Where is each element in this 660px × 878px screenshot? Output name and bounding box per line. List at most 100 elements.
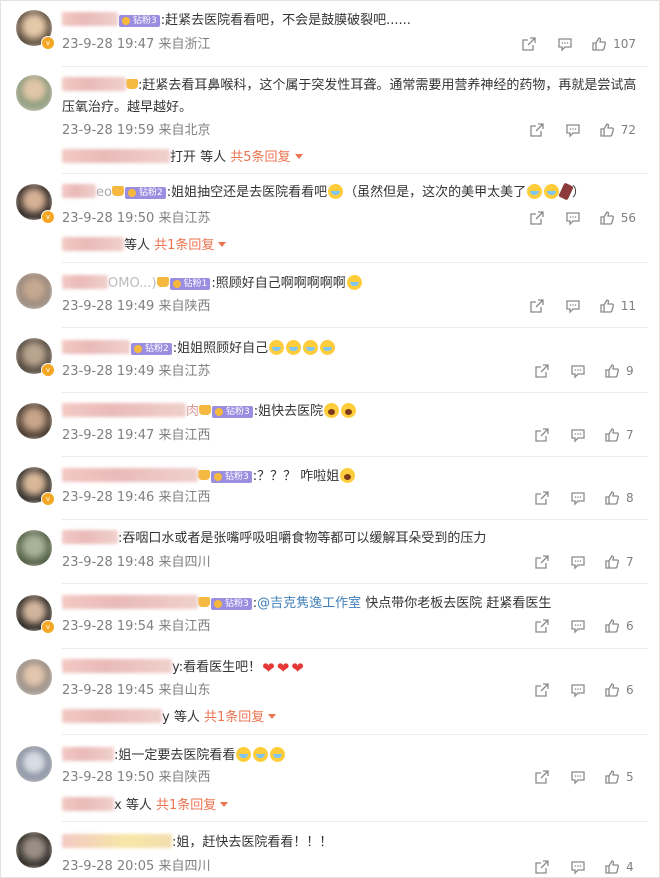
expand-replies-link[interactable]: 共1条回复	[154, 238, 227, 253]
divider	[62, 583, 648, 584]
username[interactable]	[62, 340, 130, 354]
like-count: 6	[626, 683, 634, 697]
verified-icon: v	[41, 620, 55, 634]
share-button[interactable]	[527, 296, 547, 316]
like-button[interactable]	[602, 361, 622, 381]
comment-button[interactable]	[568, 680, 588, 700]
comment-button[interactable]	[568, 857, 588, 877]
comment-text: :？？？ 咋啦姐	[252, 469, 340, 484]
username-visible[interactable]: 肉	[186, 404, 199, 419]
share-button[interactable]	[527, 120, 547, 140]
share-button[interactable]	[532, 616, 552, 636]
comment-button[interactable]	[568, 767, 588, 787]
share-button[interactable]	[532, 552, 552, 572]
username-visible[interactable]: eo	[96, 185, 112, 200]
comment-icon	[571, 771, 585, 785]
divider	[62, 327, 648, 328]
comment-meta: 23-9-28 19:46 来自江西	[62, 489, 211, 507]
like-button[interactable]	[602, 552, 622, 572]
comment-button[interactable]	[568, 425, 588, 445]
reply-username[interactable]	[62, 709, 162, 723]
reply-summary: 等人 共1条回复	[62, 237, 227, 255]
share-icon	[535, 364, 549, 378]
avatar[interactable]	[16, 832, 52, 868]
avatar[interactable]	[16, 659, 52, 695]
share-button[interactable]	[532, 488, 552, 508]
comment-button[interactable]	[568, 552, 588, 572]
comment-location: 来自浙江	[158, 37, 211, 52]
avatar[interactable]	[16, 746, 52, 782]
username[interactable]	[62, 77, 126, 91]
username[interactable]	[62, 275, 108, 289]
thumbs-up-icon	[605, 491, 619, 505]
thumbs-up-icon	[600, 123, 614, 137]
like-count: 4	[626, 860, 634, 874]
share-icon	[535, 428, 549, 442]
like-button[interactable]	[597, 208, 617, 228]
comment-button[interactable]	[563, 208, 583, 228]
comment-button[interactable]	[555, 34, 575, 54]
username[interactable]	[62, 595, 198, 609]
share-button[interactable]	[519, 34, 539, 54]
like-button[interactable]	[597, 296, 617, 316]
username[interactable]	[62, 747, 114, 761]
comment-text-line: 钻粉2:姐姐照顾好自己	[62, 338, 647, 360]
share-button[interactable]	[532, 767, 552, 787]
comment-date: 23-9-28 19:48	[62, 555, 155, 570]
crown-icon	[198, 597, 210, 607]
expand-replies-link[interactable]: 共1条回复	[204, 710, 277, 725]
like-button[interactable]	[602, 488, 622, 508]
reply-username[interactable]	[62, 149, 170, 163]
chevron-down-icon	[218, 242, 227, 247]
share-button[interactable]	[532, 680, 552, 700]
like-button[interactable]	[602, 425, 622, 445]
reply-summary: 打开 等人 共5条回复	[62, 149, 303, 167]
share-icon	[535, 555, 549, 569]
comment-button[interactable]	[568, 361, 588, 381]
mention-link[interactable]: @吉克隽逸工作室	[257, 596, 361, 611]
share-icon	[530, 211, 544, 225]
crying-emoji-icon	[286, 340, 302, 355]
avatar[interactable]	[16, 75, 52, 111]
username[interactable]	[62, 659, 172, 673]
comment-meta: 23-9-28 19:54 来自江西	[62, 618, 211, 636]
username[interactable]	[62, 468, 198, 482]
reply-username[interactable]	[62, 797, 114, 811]
comment-text-line: y:看看医生吧！	[62, 657, 647, 679]
comment-button[interactable]	[563, 120, 583, 140]
like-button[interactable]	[597, 120, 617, 140]
like-button[interactable]	[602, 616, 622, 636]
share-button[interactable]	[532, 857, 552, 877]
share-icon	[535, 683, 549, 697]
username[interactable]	[62, 184, 96, 198]
like-count: 7	[626, 428, 634, 442]
expand-replies-link[interactable]: 共1条回复	[156, 798, 229, 813]
username[interactable]	[62, 12, 118, 26]
comment-button[interactable]	[568, 488, 588, 508]
avatar[interactable]	[16, 530, 52, 566]
comment-meta: 23-9-28 19:50 来自江苏	[62, 210, 211, 228]
comment-button[interactable]	[563, 296, 583, 316]
comment-button[interactable]	[568, 616, 588, 636]
reply-username[interactable]	[62, 237, 124, 251]
comment-text: :姐姐抽空还是去医院看看吧	[166, 185, 328, 200]
like-button[interactable]	[602, 767, 622, 787]
comment-meta: 23-9-28 19:47 来自江西	[62, 427, 211, 445]
expand-replies-link[interactable]: 共5条回复	[230, 150, 303, 165]
share-button[interactable]	[532, 425, 552, 445]
comment-actions: 6	[532, 616, 636, 636]
username-visible[interactable]: OMO...)	[108, 276, 157, 291]
comment-date: 23-9-28 19:59	[62, 123, 155, 138]
like-button[interactable]	[589, 34, 609, 54]
comment-meta: 23-9-28 20:05 来自四川	[62, 858, 211, 876]
comment-text-line: :赶紧去看耳鼻喉科，这个属于突发性耳聋。通常需要用营养神经的药物，再就是尝试高压…	[62, 75, 647, 119]
username[interactable]	[62, 403, 186, 417]
username[interactable]	[62, 530, 118, 544]
share-button[interactable]	[527, 208, 547, 228]
avatar[interactable]	[16, 273, 52, 309]
share-button[interactable]	[532, 361, 552, 381]
like-button[interactable]	[602, 857, 622, 877]
like-button[interactable]	[602, 680, 622, 700]
username[interactable]	[62, 834, 172, 848]
avatar[interactable]	[16, 403, 52, 439]
